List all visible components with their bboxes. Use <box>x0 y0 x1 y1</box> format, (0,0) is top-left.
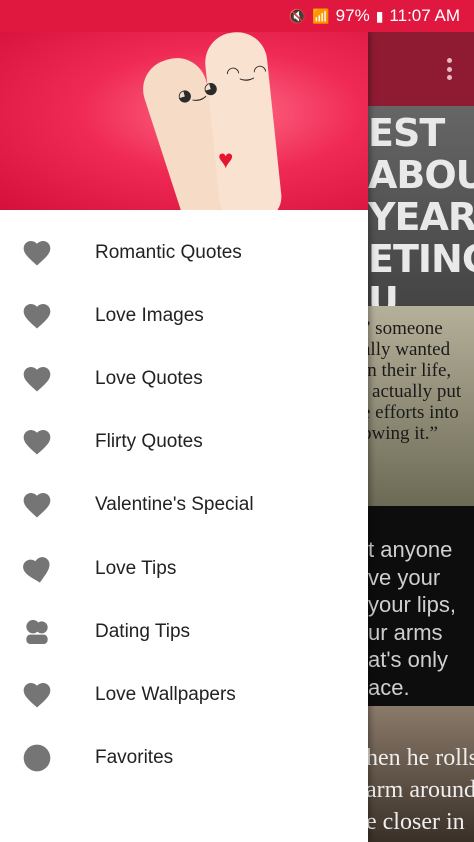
menu-item-romantic-quotes[interactable]: Romantic Quotes <box>0 221 368 284</box>
quote-card-text: t anyone ve your your lips, ur arms at's… <box>368 537 457 700</box>
quote-card[interactable]: EST ABOUT YEAR ETING U. <box>368 106 474 306</box>
menu-item-love-images[interactable]: Love Images <box>0 284 368 347</box>
heart-icon <box>21 426 53 458</box>
heart-icon <box>21 237 53 269</box>
wifi-icon: 📶 <box>312 7 330 24</box>
quote-card-text: ” someone ally wanted in their life, l a… <box>368 318 462 444</box>
drawer-menu: Romantic Quotes Love Images Love Quotes … <box>0 221 368 790</box>
menu-item-label: Love Quotes <box>95 367 203 389</box>
battery-percentage: 97% <box>335 6 370 25</box>
menu-item-label: Love Wallpapers <box>95 683 236 705</box>
couple-icon <box>21 616 53 648</box>
menu-item-favorites[interactable]: Favorites <box>0 727 368 790</box>
menu-item-label: Favorites <box>95 747 174 769</box>
quote-card[interactable]: t anyone ve your your lips, ur arms at's… <box>368 506 474 706</box>
menu-item-label: Romantic Quotes <box>95 241 242 263</box>
heart-icon <box>21 363 53 395</box>
heart-icon <box>21 300 53 332</box>
quote-card-text: EST ABOUT YEAR ETING U. <box>368 111 474 306</box>
status-bar: 🔇 📶 97% ▮ 11:07 AM <box>0 0 474 32</box>
quote-card[interactable]: hen he rolls arm around e closer in <box>368 706 474 842</box>
menu-item-label: Flirty Quotes <box>95 431 203 453</box>
overflow-menu-icon[interactable] <box>446 58 452 80</box>
menu-item-valentines-special[interactable]: Valentine's Special <box>0 474 368 537</box>
drawer-header-image: ◕‿◕ ◠‿◠ ♥ <box>0 32 368 210</box>
clock: 11:07 AM <box>389 6 460 25</box>
mute-icon: 🔇 <box>288 7 307 24</box>
quote-card[interactable]: ” someone ally wanted in their life, l a… <box>368 306 474 506</box>
heart-tilted-icon <box>21 553 53 585</box>
menu-item-label: Love Tips <box>95 557 177 579</box>
battery-icon: ▮ <box>375 7 384 24</box>
red-heart-icon: ♥ <box>218 144 234 174</box>
app-toolbar <box>368 32 474 106</box>
heart-icon <box>21 679 53 711</box>
heart-icon <box>21 489 53 521</box>
menu-item-love-tips[interactable]: Love Tips <box>0 537 368 600</box>
navigation-drawer: ◕‿◕ ◠‿◠ ♥ Romantic Quotes Love Images Lo… <box>0 32 368 842</box>
menu-item-label: Love Images <box>95 304 204 326</box>
menu-item-label: Valentine's Special <box>95 494 254 516</box>
menu-item-flirty-quotes[interactable]: Flirty Quotes <box>0 411 368 474</box>
menu-item-dating-tips[interactable]: Dating Tips <box>0 600 368 663</box>
menu-item-love-quotes[interactable]: Love Quotes <box>0 347 368 410</box>
menu-item-love-wallpapers[interactable]: Love Wallpapers <box>0 663 368 726</box>
circle-icon <box>21 742 53 774</box>
quote-card-text: hen he rolls arm around e closer in <box>368 745 474 835</box>
menu-item-label: Dating Tips <box>95 620 191 642</box>
smiley-face: ◠‿◠ <box>225 60 268 83</box>
